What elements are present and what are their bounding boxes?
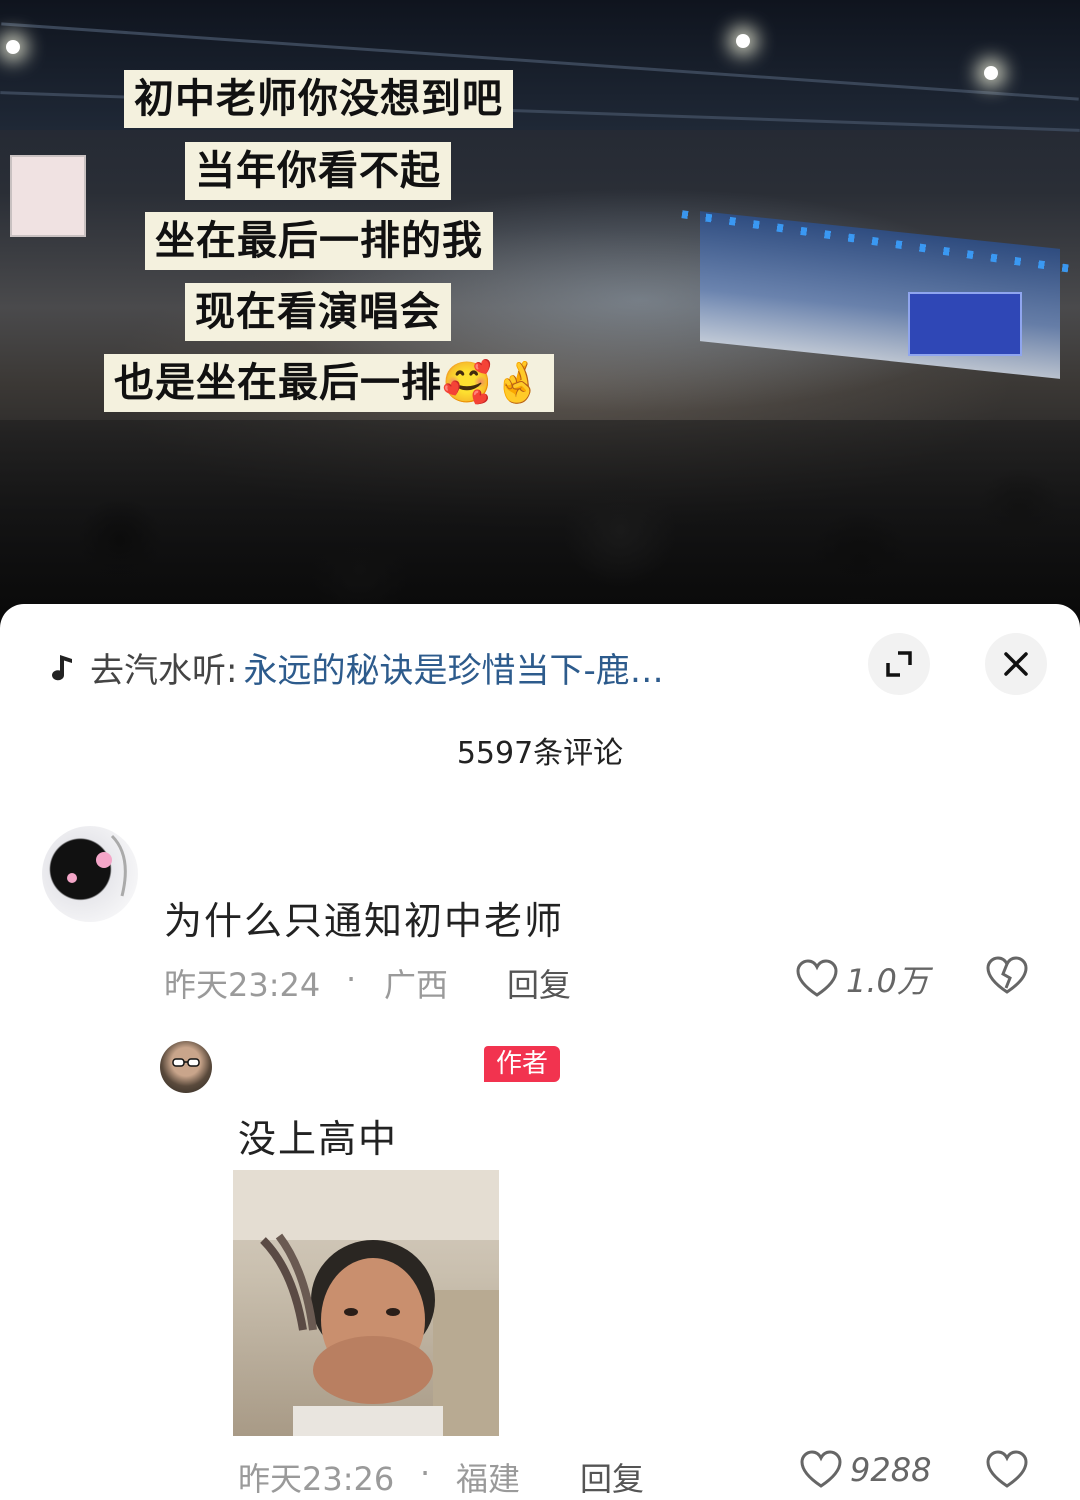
comment-location: 广西: [384, 966, 449, 1004]
meta-separator: ·: [346, 960, 357, 998]
glasses-face-icon: [172, 1058, 200, 1067]
music-title[interactable]: 永远的秘诀是珍惜当下-鹿…: [243, 643, 663, 692]
dislike-button[interactable]: [986, 1450, 1028, 1494]
caption-line: 当年你看不起: [185, 142, 451, 200]
caption-line: 也是坐在最后一排🥰🤞: [104, 354, 554, 412]
heart-icon: [796, 959, 838, 997]
like-count: 9288: [850, 1451, 932, 1489]
expand-icon: [886, 651, 912, 677]
reply-time: 昨天23:26: [238, 1460, 395, 1498]
comment-time: 昨天23:24: [164, 966, 321, 1004]
meta-separator: ·: [420, 1454, 431, 1492]
author-badge: 作者: [484, 1046, 561, 1082]
heart-icon: [800, 1450, 842, 1488]
close-button[interactable]: [985, 633, 1047, 695]
reply-button[interactable]: 回复: [507, 960, 571, 1006]
reply-button[interactable]: 回复: [580, 1454, 644, 1500]
like-count: 1.0万: [846, 962, 929, 1000]
image-caption: 初中老师你没想到吧 当年你看不起 坐在最后一排的我 现在看演唱会 也是坐在最后一…: [0, 0, 1080, 640]
caption-line: 现在看演唱会: [185, 283, 451, 341]
expand-button[interactable]: [868, 633, 930, 695]
reply-location: 福建: [456, 1460, 521, 1498]
music-link[interactable]: 去汽水听: 永远的秘诀是珍惜当下-鹿…: [46, 642, 664, 692]
broken-heart-icon: [986, 1450, 1028, 1488]
author-avatar[interactable]: [160, 1041, 212, 1093]
like-button[interactable]: 9288: [800, 1450, 931, 1490]
reply-text: 没上高中: [238, 1117, 399, 1161]
reply-image[interactable]: [233, 1170, 499, 1436]
music-note-icon: [52, 655, 72, 681]
comment-count: 5597条评论: [456, 736, 624, 771]
broken-heart-icon: [986, 956, 1028, 994]
comment-sheet: 去汽水听: 永远的秘诀是珍惜当下-鹿… 5597条评论 为什么只通知初中老师 昨…: [0, 604, 1080, 1498]
caption-line: 初中老师你没想到吧: [124, 70, 513, 128]
cat-avatar-icon: [67, 834, 127, 897]
dislike-button[interactable]: [986, 956, 1028, 1000]
like-button[interactable]: 1.0万: [796, 956, 929, 1002]
girl-covering-mouth-image: [233, 1170, 499, 1436]
comment-text: 为什么只通知初中老师: [164, 899, 565, 943]
post-image[interactable]: 初中老师你没想到吧 当年你看不起 坐在最后一排的我 现在看演唱会 也是坐在最后一…: [0, 0, 1080, 640]
caption-line: 坐在最后一排的我: [145, 212, 493, 270]
close-icon: [1004, 652, 1028, 676]
commenter-avatar[interactable]: [42, 826, 138, 922]
music-prefix: 去汽水听:: [90, 650, 238, 691]
